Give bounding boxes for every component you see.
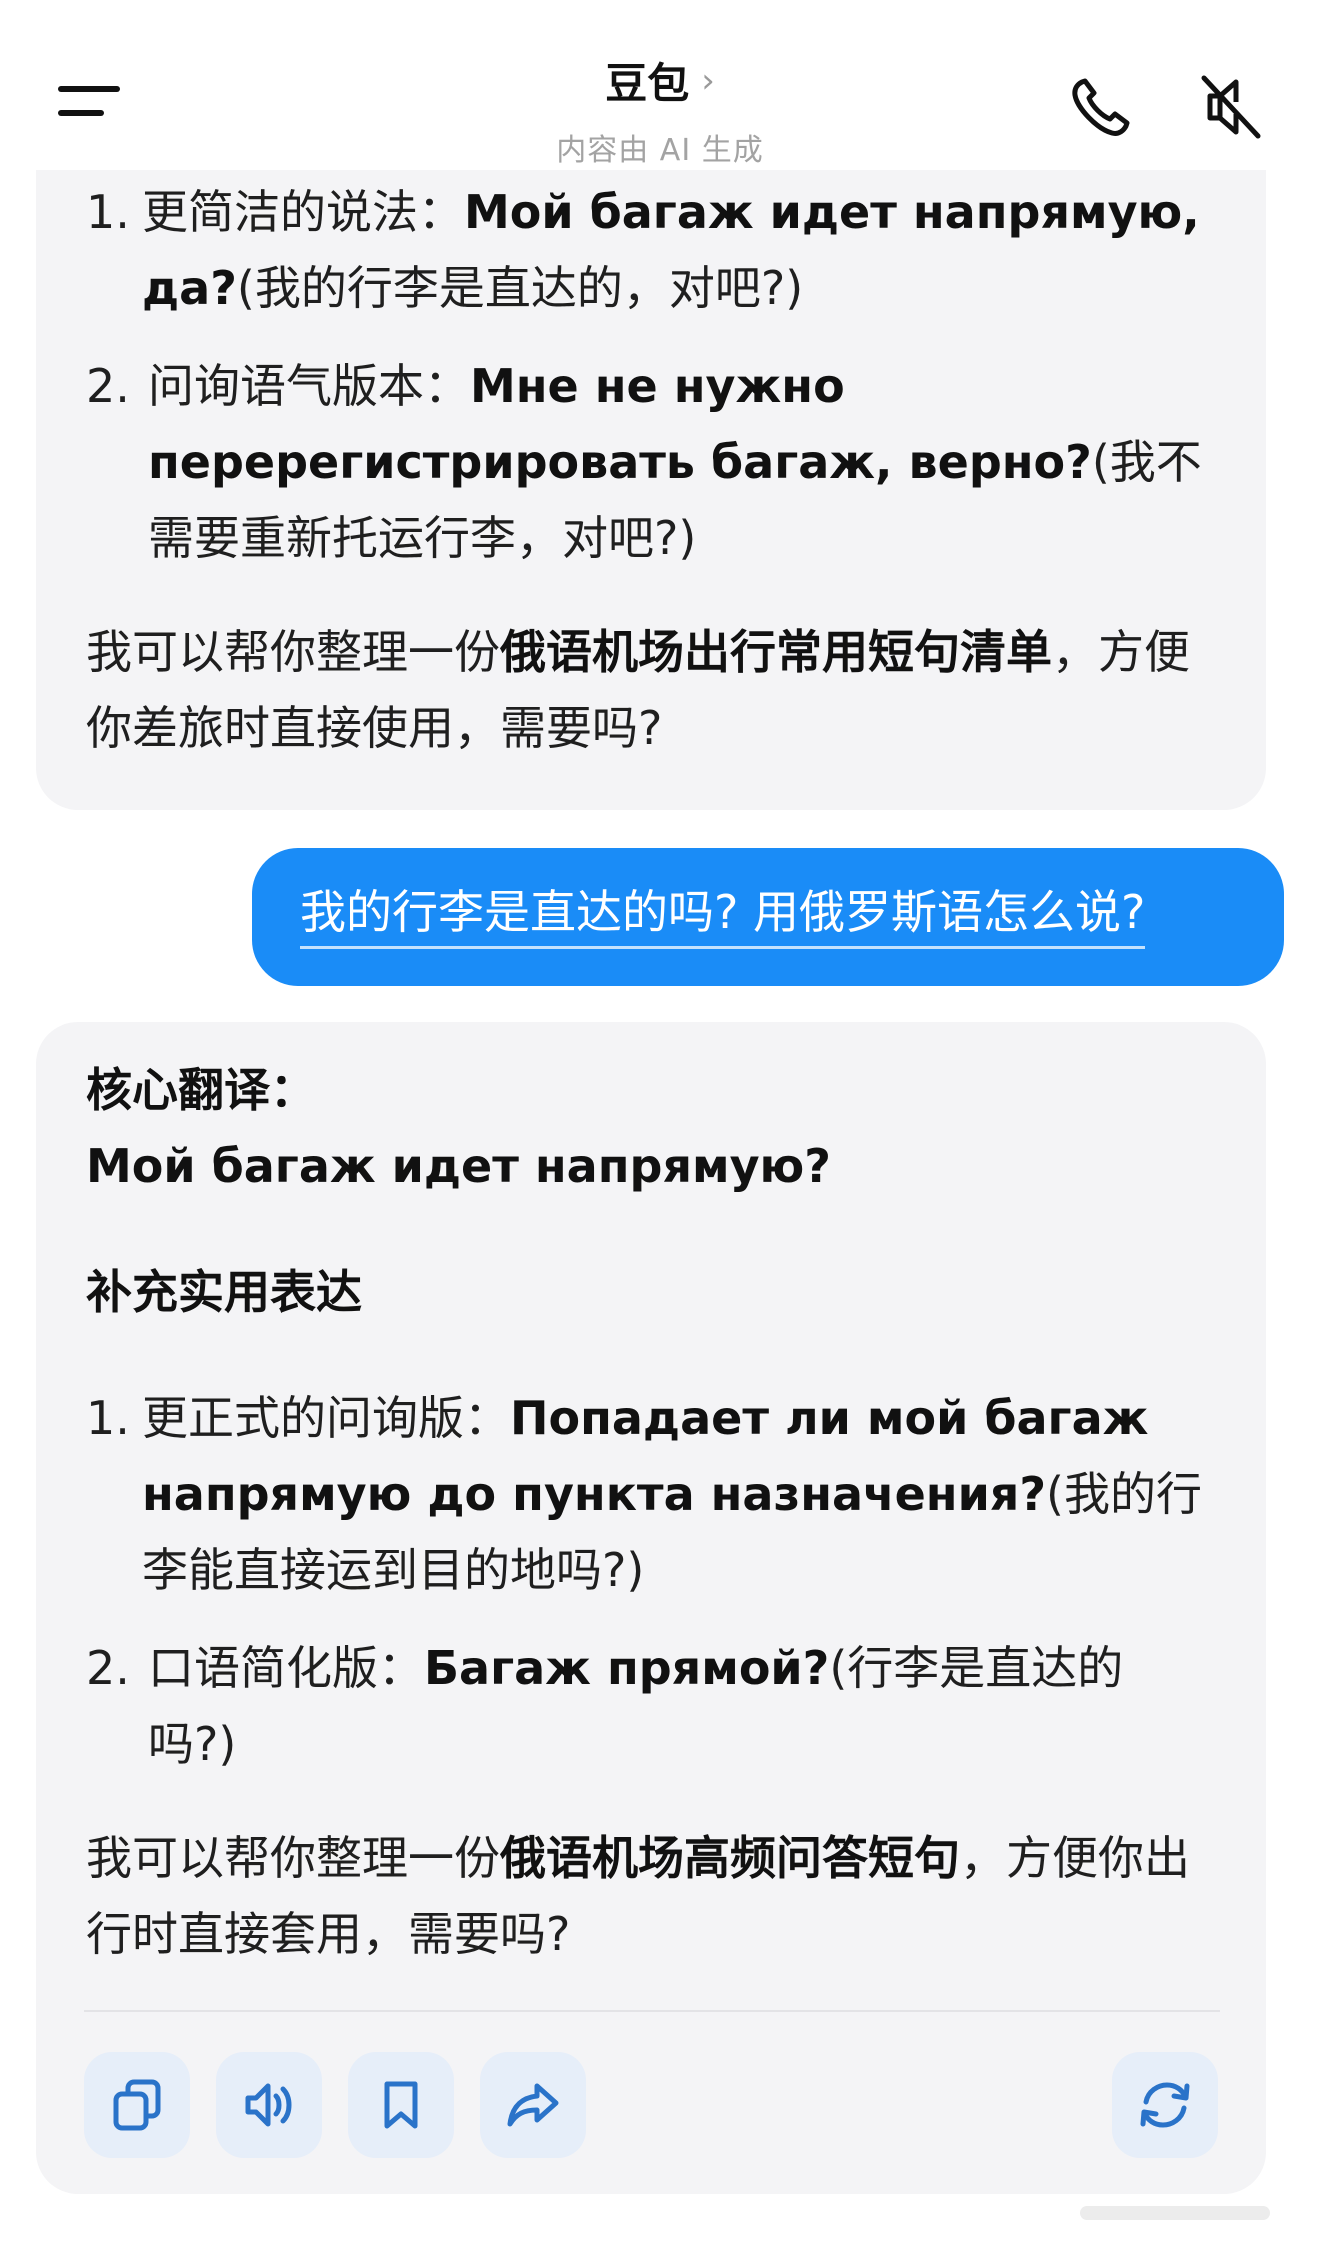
item-label: 更正式的问询版：: [142, 1391, 510, 1445]
ai-message-bubble: 核心翻译： Мой багаж идет напрямую? 补充实用表达 1.…: [36, 1022, 1266, 2194]
share-icon: [507, 2083, 559, 2127]
chevron-right-icon: ›: [701, 60, 715, 101]
user-message-text[interactable]: 我的行李是直达的吗? 用俄罗斯语怎么说?: [300, 880, 1146, 949]
ai-message-content: 1. 更简洁的说法：Мой багаж идет напрямую, да?(我…: [86, 174, 1216, 766]
closing-offer: 我可以帮你整理一份俄语机场出行常用短句清单，方便你差旅时直接使用，需要吗?: [86, 614, 1216, 766]
core-translation-heading: 核心翻译：: [86, 1063, 316, 1117]
closing-highlight: 俄语机场高频问答短句: [500, 1831, 960, 1885]
list-item: 1. 更正式的问询版：Попадает ли мой багаж напряму…: [86, 1380, 1216, 1608]
list-item: 2. 口语简化版：Багаж прямой?(行李是直达的吗?): [86, 1630, 1216, 1782]
chinese-gloss: (我的行李是直达的，对吧?): [236, 261, 804, 315]
phone-icon[interactable]: [1066, 72, 1136, 142]
item-label: 口语简化版：: [148, 1641, 424, 1695]
supplement-heading: 补充实用表达: [86, 1265, 362, 1319]
home-indicator: [1080, 2206, 1270, 2220]
speaker-icon: [245, 2083, 292, 2127]
core-translation-phrase: Мой багаж идет напрямую?: [86, 1139, 831, 1193]
regenerate-button[interactable]: [1112, 2052, 1218, 2158]
copy-icon: [113, 2079, 161, 2131]
closing-text: 我可以帮你整理一份: [86, 1831, 500, 1885]
bookmark-icon: [384, 2081, 418, 2129]
closing-offer: 我可以帮你整理一份俄语机场高频问答短句，方便你出行时直接套用，需要吗?: [86, 1820, 1216, 1972]
item-label: 问询语气版本：: [148, 359, 470, 413]
closing-highlight: 俄语机场出行常用短句清单: [500, 625, 1052, 679]
item-label: 更简洁的说法：: [142, 185, 464, 239]
russian-phrase: Багаж прямой?: [424, 1641, 830, 1695]
bookmark-button[interactable]: [348, 2052, 454, 2158]
share-button[interactable]: [480, 2052, 586, 2158]
list-number: 1.: [86, 185, 130, 239]
list-number: 2.: [86, 359, 130, 413]
ai-message-content: 核心翻译： Мой багаж идет напрямую? 补充实用表达 1.…: [86, 1052, 1216, 1972]
list-item: 2. 问询语气版本：Мне не нужно перерегистрироват…: [86, 348, 1216, 576]
list-item: 1. 更简洁的说法：Мой багаж идет напрямую, да?(我…: [86, 174, 1216, 326]
chat-header: 豆包 › 内容由 AI 生成: [0, 0, 1320, 170]
copy-button[interactable]: [84, 2052, 190, 2158]
user-message-bubble[interactable]: 我的行李是直达的吗? 用俄罗斯语怎么说?: [252, 848, 1284, 986]
chat-title[interactable]: 豆包: [605, 50, 689, 111]
regenerate-icon: [1140, 2082, 1190, 2128]
read-aloud-button[interactable]: [216, 2052, 322, 2158]
list-number: 1.: [86, 1391, 130, 1445]
action-divider: [84, 2010, 1220, 2012]
closing-text: 我可以帮你整理一份: [86, 625, 500, 679]
list-number: 2.: [86, 1641, 130, 1695]
mute-icon[interactable]: [1196, 72, 1266, 142]
ai-message-bubble: 1. 更简洁的说法：Мой багаж идет напрямую, да?(我…: [36, 150, 1266, 810]
